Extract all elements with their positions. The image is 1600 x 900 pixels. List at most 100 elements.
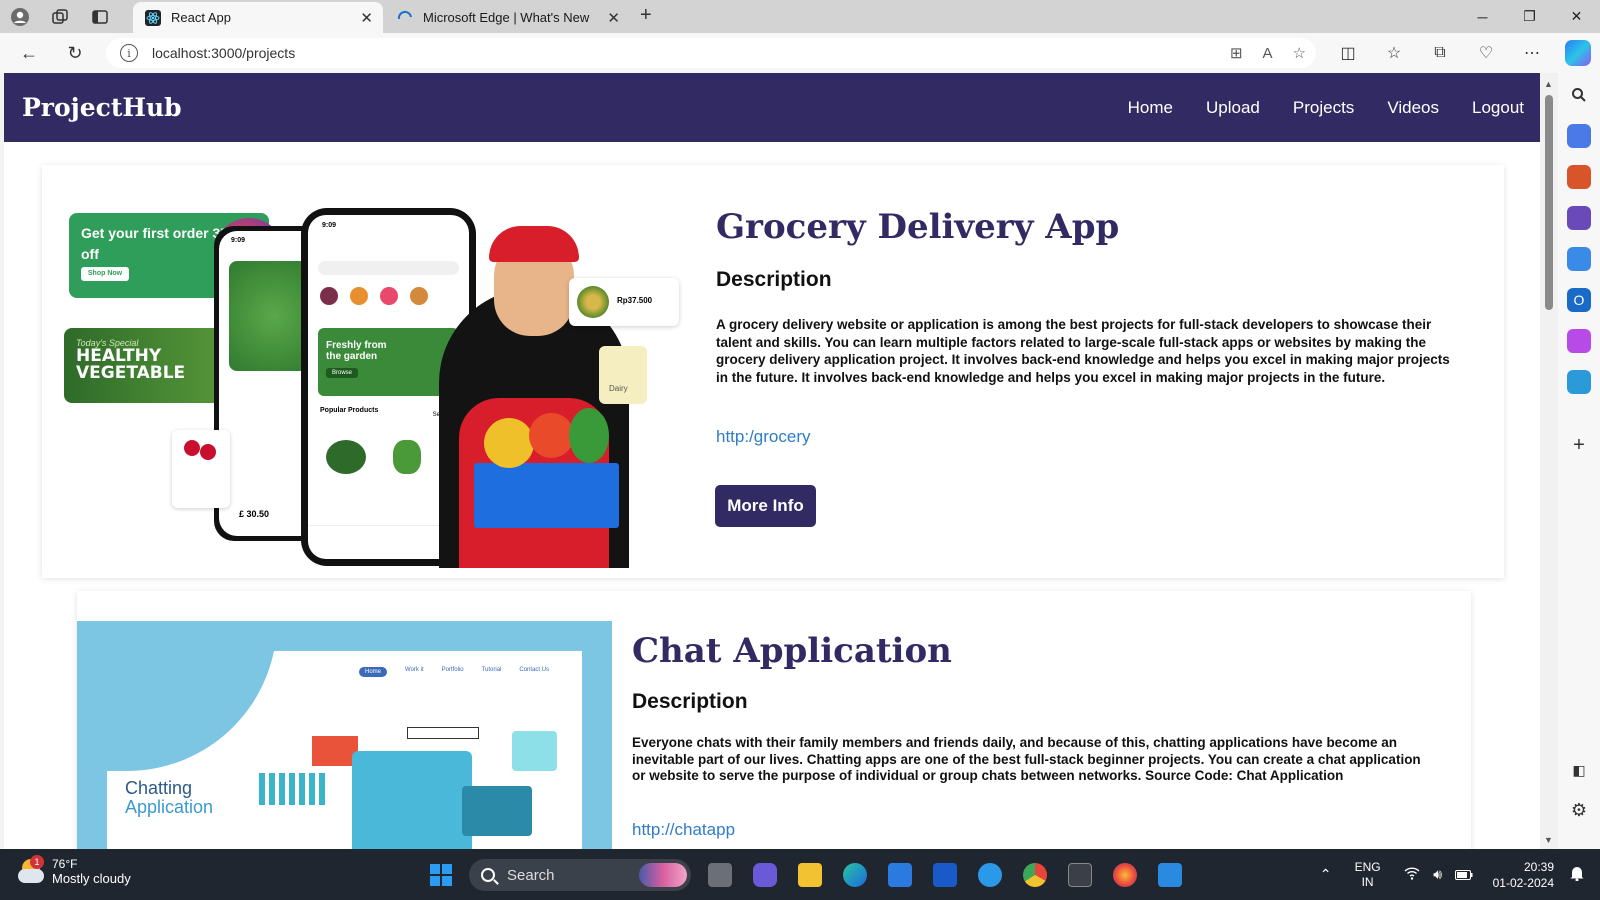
grocery-app-image: Get your first order 35% off Shop Now To… bbox=[64, 208, 684, 573]
settings-icon[interactable]: ⚙ bbox=[1567, 798, 1591, 822]
nav-projects[interactable]: Projects bbox=[1293, 98, 1354, 118]
url-text: localhost:3000/projects bbox=[152, 45, 296, 61]
show-hidden-icons-icon[interactable]: ⌃ bbox=[1315, 866, 1337, 883]
minimize-icon[interactable]: ─ bbox=[1459, 0, 1506, 33]
sidebar-toggle-icon[interactable]: ◧ bbox=[1567, 758, 1591, 782]
terminal-icon[interactable] bbox=[1057, 855, 1102, 895]
browser-toolbar: ← ↻ i localhost:3000/projects ⊞ A ☆ ◫ ☆ … bbox=[0, 33, 1600, 73]
description-heading: Description bbox=[716, 268, 832, 291]
search-icon[interactable] bbox=[1567, 83, 1591, 107]
add-icon[interactable]: + bbox=[1567, 433, 1591, 457]
microsoft365-icon[interactable] bbox=[1567, 247, 1591, 271]
browser-toolbar-right: ◫ ☆ ⧉ ♡ ⋯ bbox=[1325, 33, 1555, 73]
app-available-icon[interactable]: ⊞ bbox=[1230, 44, 1243, 62]
split-screen-icon[interactable]: ◫ bbox=[1325, 43, 1371, 63]
info-icon[interactable]: i bbox=[120, 44, 138, 62]
more-options-icon[interactable]: ⋯ bbox=[1509, 43, 1555, 63]
workspaces-icon[interactable] bbox=[40, 0, 80, 33]
weather-temp: 76°F bbox=[52, 857, 78, 871]
profile-icon[interactable] bbox=[0, 0, 40, 33]
window-controls: ─ ❐ ✕ bbox=[1459, 0, 1600, 33]
tab-actions-icon[interactable] bbox=[80, 0, 120, 33]
tab-react-app[interactable]: React App ✕ bbox=[133, 2, 383, 33]
blue-wave bbox=[77, 621, 277, 771]
read-aloud-icon[interactable]: A bbox=[1263, 45, 1273, 62]
telegram-icon[interactable] bbox=[1567, 370, 1591, 394]
collections-icon[interactable]: ⧉ bbox=[1417, 44, 1463, 62]
new-tab-icon[interactable]: + bbox=[640, 4, 652, 27]
site-logo[interactable]: ProjectHub bbox=[22, 93, 182, 122]
more-info-button[interactable]: More Info bbox=[715, 485, 816, 527]
react-icon bbox=[145, 9, 161, 26]
notifications-icon[interactable] bbox=[1566, 865, 1588, 884]
favorites-icon[interactable]: ☆ bbox=[1371, 43, 1417, 63]
avocado-card: Rp37.500 bbox=[569, 278, 679, 326]
microsoft-store-icon[interactable] bbox=[877, 855, 922, 895]
main-nav: Home Upload Projects Videos Logout bbox=[1128, 98, 1524, 118]
project-link[interactable]: http:/grocery bbox=[716, 427, 811, 447]
chrome-icon[interactable] bbox=[1012, 855, 1057, 895]
address-bar-actions: ⊞ A ☆ bbox=[1230, 38, 1306, 68]
battery-icon[interactable] bbox=[1453, 867, 1475, 883]
weather-widget[interactable]: 1 76°F Mostly cloudy bbox=[18, 854, 131, 886]
refresh-icon[interactable]: ↻ bbox=[52, 33, 98, 73]
nav-videos[interactable]: Videos bbox=[1387, 98, 1439, 118]
page-scrollbar[interactable]: ▲ ▼ bbox=[1540, 73, 1558, 849]
meet-icon[interactable] bbox=[742, 855, 787, 895]
nav-upload[interactable]: Upload bbox=[1206, 98, 1260, 118]
close-tab-icon[interactable]: ✕ bbox=[360, 9, 373, 27]
volume-icon[interactable]: 🔊︎ bbox=[1427, 866, 1449, 883]
monitor bbox=[352, 751, 472, 849]
tools-icon[interactable] bbox=[1567, 165, 1591, 189]
red-cap bbox=[489, 226, 579, 262]
project-title: Chat Application bbox=[632, 631, 952, 671]
firefox-icon[interactable] bbox=[1102, 855, 1147, 895]
page-viewport: ProjectHub Home Upload Projects Videos L… bbox=[4, 73, 1540, 849]
outlook-icon[interactable]: O bbox=[1567, 288, 1591, 312]
vscode-icon[interactable] bbox=[1147, 855, 1192, 895]
games-icon[interactable] bbox=[1567, 206, 1591, 230]
file-explorer-icon[interactable] bbox=[787, 855, 832, 895]
tab-title: Microsoft Edge | What's New bbox=[423, 10, 590, 25]
browser-tab-strip: React App ✕ Microsoft Edge | What's New … bbox=[0, 0, 1600, 33]
dairy-card: Dairy bbox=[599, 346, 647, 404]
edge-sidebar: O + ◧ ⚙ bbox=[1558, 73, 1600, 849]
tab-edge-whats-new[interactable]: Microsoft Edge | What's New ✕ bbox=[385, 2, 630, 33]
mock-nav: Home Work it Portfolio Tutorial Contact … bbox=[359, 667, 549, 677]
edge-browser-icon[interactable] bbox=[832, 855, 877, 895]
shopping-tag-icon[interactable] bbox=[1567, 124, 1591, 148]
address-bar[interactable]: i localhost:3000/projects ⊞ A ☆ bbox=[106, 38, 1316, 68]
language-indicator[interactable]: ENG IN bbox=[1355, 860, 1381, 890]
chat-heading: Chatting Application bbox=[125, 778, 214, 817]
browser-essentials-icon[interactable]: ♡ bbox=[1463, 43, 1509, 63]
hp-app-icon[interactable] bbox=[922, 855, 967, 895]
scroll-down-icon[interactable]: ▼ bbox=[1544, 835, 1553, 845]
freshly-banner: Freshly from the garden Browse bbox=[318, 328, 459, 396]
windows-start-icon[interactable] bbox=[418, 855, 463, 895]
project-link[interactable]: http://chatapp bbox=[632, 820, 735, 840]
healthy-vegetable-banner: Today's Special HEALTHY VEGETABLE bbox=[64, 328, 239, 403]
close-window-icon[interactable]: ✕ bbox=[1553, 0, 1600, 33]
wifi-icon[interactable] bbox=[1401, 866, 1423, 883]
copilot-icon[interactable] bbox=[1565, 40, 1591, 66]
chat-app-image: Home Work it Portfolio Tutorial Contact … bbox=[77, 621, 612, 849]
tab-title: React App bbox=[171, 10, 231, 25]
task-view-icon[interactable] bbox=[697, 855, 742, 895]
nav-home[interactable]: Home bbox=[1128, 98, 1173, 118]
back-icon[interactable]: ← bbox=[6, 33, 52, 73]
cherry-card bbox=[172, 430, 230, 508]
chat-bubble bbox=[512, 731, 557, 771]
system-tray: ⌃ ENG IN 🔊︎ 20:39 01-02-2024 bbox=[1313, 849, 1600, 900]
help-icon[interactable] bbox=[967, 855, 1012, 895]
weather-condition: Mostly cloudy bbox=[52, 871, 131, 886]
favorite-star-icon[interactable]: ☆ bbox=[1293, 44, 1306, 62]
close-tab-icon[interactable]: ✕ bbox=[607, 9, 620, 27]
nav-logout[interactable]: Logout bbox=[1472, 98, 1524, 118]
taskbar-search[interactable]: Search bbox=[469, 859, 691, 891]
designer-icon[interactable] bbox=[1567, 329, 1591, 353]
clock[interactable]: 20:39 01-02-2024 bbox=[1493, 859, 1554, 891]
restore-icon[interactable]: ❐ bbox=[1506, 0, 1553, 33]
project-card: Home Work it Portfolio Tutorial Contact … bbox=[77, 591, 1471, 849]
scrollbar-thumb[interactable] bbox=[1545, 95, 1553, 310]
scroll-up-icon[interactable]: ▲ bbox=[1544, 79, 1553, 89]
